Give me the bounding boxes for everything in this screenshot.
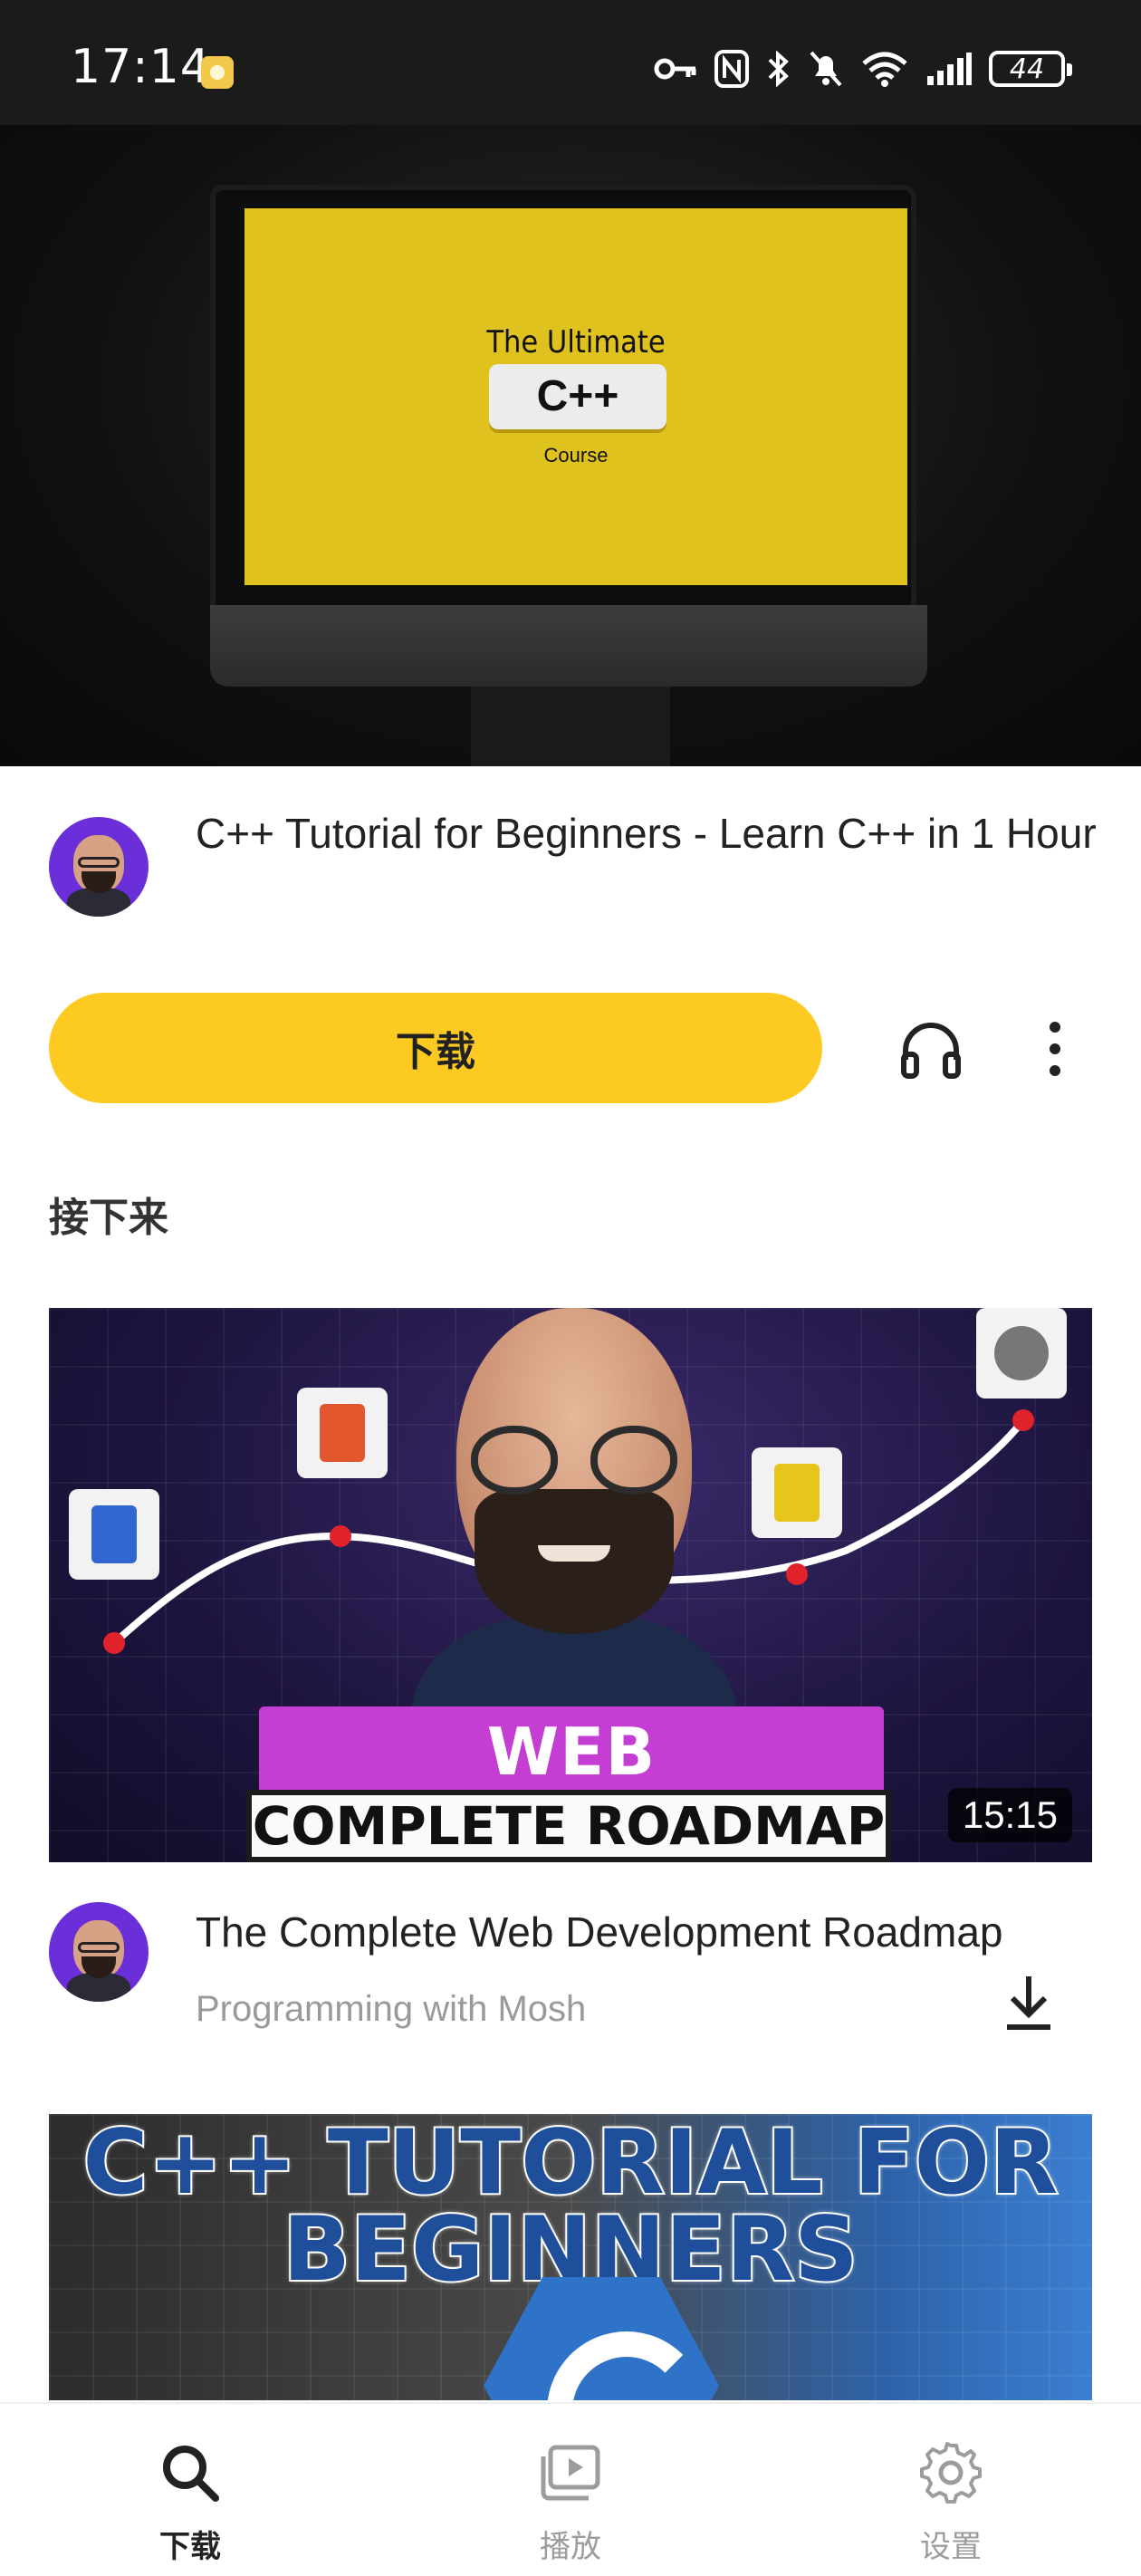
thumb-banner-bottom: COMPLETE ROADMAP — [246, 1790, 891, 1862]
battery-level: 44 — [1009, 53, 1045, 85]
channel-avatar[interactable] — [49, 817, 149, 917]
thumb-banner-top: WEB DEVELOPER — [259, 1706, 884, 1862]
search-icon — [163, 2446, 219, 2502]
channel-name[interactable]: Programming with Mosh — [196, 1989, 586, 2030]
monitor-frame: The Ultimate C++ Course — [210, 185, 916, 620]
screen-subtitle: Course — [543, 444, 609, 466]
nav-label: 下载 — [159, 2530, 221, 2564]
video-title: C++ Tutorial for Beginners - Learn C++ i… — [196, 810, 1097, 857]
video-title[interactable]: The Complete Web Development Roadmap — [196, 1908, 1003, 1956]
monitor-stand — [471, 687, 670, 766]
thumb-title-line1: C++ TUTORIAL FOR — [82, 2114, 1060, 2215]
css-logo-tile — [69, 1489, 159, 1580]
channel-avatar[interactable] — [49, 1902, 149, 2002]
nav-label: 设置 — [920, 2530, 982, 2564]
screen-title: The Ultimate — [486, 324, 666, 360]
video-thumbnail[interactable]: C++ TUTORIAL FOR BEGINNERS — [49, 2114, 1092, 2400]
up-next-heading: 接下来 — [49, 1196, 168, 1240]
gear-icon — [920, 2442, 982, 2504]
bottom-nav: 下载 播放 设置 — [0, 2402, 1141, 2576]
tech-logo-tile — [976, 1308, 1067, 1399]
nfc-icon — [714, 50, 749, 88]
nav-settings[interactable]: 设置 — [761, 2404, 1141, 2576]
download-icon[interactable] — [1002, 1971, 1056, 2034]
headphones-icon[interactable] — [896, 1014, 965, 1083]
video-thumbnail[interactable]: WEB DEVELOPER COMPLETE ROADMAP 15:15 — [49, 1308, 1092, 1862]
js-logo-tile — [752, 1447, 842, 1538]
duration-badge: 15:15 — [947, 1788, 1072, 1842]
screen-badge: C++ — [489, 364, 666, 429]
thumb-title: C++ TUTORIAL FOR BEGINNERS — [49, 2114, 1092, 2296]
download-button[interactable]: 下载 — [49, 993, 822, 1103]
mute-icon — [810, 51, 842, 87]
key-icon — [654, 58, 696, 80]
signal-icon — [927, 53, 972, 85]
html-logo-tile — [297, 1388, 388, 1478]
course-screen: The Ultimate C++ Course — [244, 208, 907, 585]
status-bar: 17:14 44 — [0, 0, 1141, 125]
monitor-chin — [210, 605, 927, 687]
nav-label: 播放 — [540, 2530, 601, 2564]
bluetooth-icon — [768, 50, 789, 88]
play-library-icon — [541, 2445, 600, 2501]
wifi-icon — [862, 52, 907, 87]
notification-icon — [201, 56, 234, 89]
current-video-info: C++ Tutorial for Beginners - Learn C++ i… — [0, 766, 1141, 984]
nav-play[interactable]: 播放 — [380, 2404, 761, 2576]
nav-download[interactable]: 下载 — [0, 2404, 380, 2576]
more-vert-icon[interactable] — [1041, 1014, 1069, 1083]
battery-icon: 44 — [989, 51, 1072, 87]
video-player[interactable]: The Ultimate C++ Course — [0, 125, 1141, 766]
status-icons: 44 — [654, 43, 1072, 94]
status-time: 17:14 — [71, 40, 211, 94]
